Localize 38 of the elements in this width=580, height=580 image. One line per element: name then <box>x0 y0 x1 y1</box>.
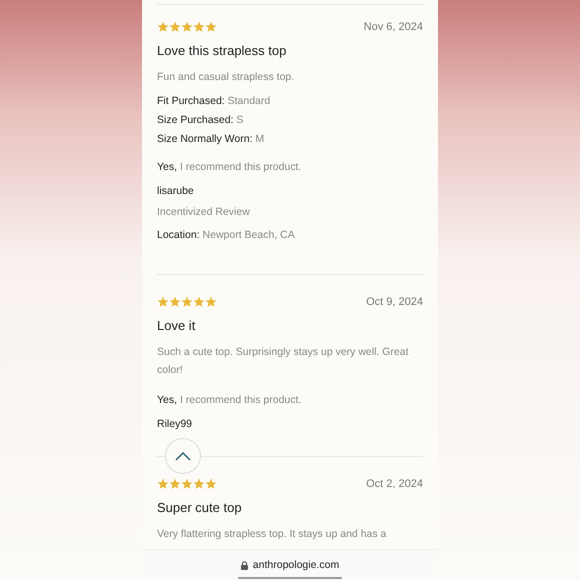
review-date: Oct 2, 2024 <box>366 478 423 490</box>
star-icon <box>169 478 181 490</box>
star-icon <box>193 21 205 33</box>
review-date: Oct 9, 2024 <box>366 296 423 308</box>
star-icon <box>205 478 217 490</box>
review-detail: Fit Purchased: Standard <box>157 94 272 108</box>
review-title: Love this strapless top <box>157 43 288 58</box>
star-icon <box>157 478 169 490</box>
star-icon <box>193 296 205 308</box>
scroll-to-top-button[interactable] <box>165 438 201 474</box>
review-text: Very flattering strapless top. It stays up and has a <box>157 527 388 542</box>
url-text: anthropologie.com <box>252 559 340 571</box>
review-text: Fun and casual strapless top. <box>157 70 296 85</box>
reviewer-name: lisarube <box>157 185 195 197</box>
star-icon <box>181 21 193 33</box>
review-title: Super cute top <box>157 500 243 515</box>
review-title: Love it <box>157 318 196 333</box>
star-icon <box>205 21 217 33</box>
address-bar[interactable]: anthropologie.com <box>142 549 438 580</box>
lock-icon <box>240 560 248 570</box>
chevron-up-icon <box>175 452 191 460</box>
star-icon <box>157 21 169 33</box>
recommendation-text: Yes, I recommend this product. <box>157 393 302 407</box>
review-detail: Size Normally Worn: M <box>157 132 266 146</box>
recommendation-text: Yes, I recommend this product. <box>157 160 302 174</box>
star-icon <box>205 296 217 308</box>
star-icon <box>157 296 169 308</box>
star-icon <box>181 296 193 308</box>
review-date: Nov 6, 2024 <box>364 21 423 33</box>
star-icon <box>181 478 193 490</box>
star-icon <box>193 478 205 490</box>
star-icon <box>169 296 181 308</box>
star-icon <box>169 21 181 33</box>
reviewer-location: Location: Newport Beach, CA <box>157 228 296 242</box>
incentivized-label: Incentivized Review <box>157 206 251 218</box>
reviewer-name: Riley99 <box>157 418 194 430</box>
review-text: Such a cute top. Surprisingly stays up very well. Great color! <box>157 345 410 378</box>
review-detail: Size Purchased: S <box>157 113 244 127</box>
